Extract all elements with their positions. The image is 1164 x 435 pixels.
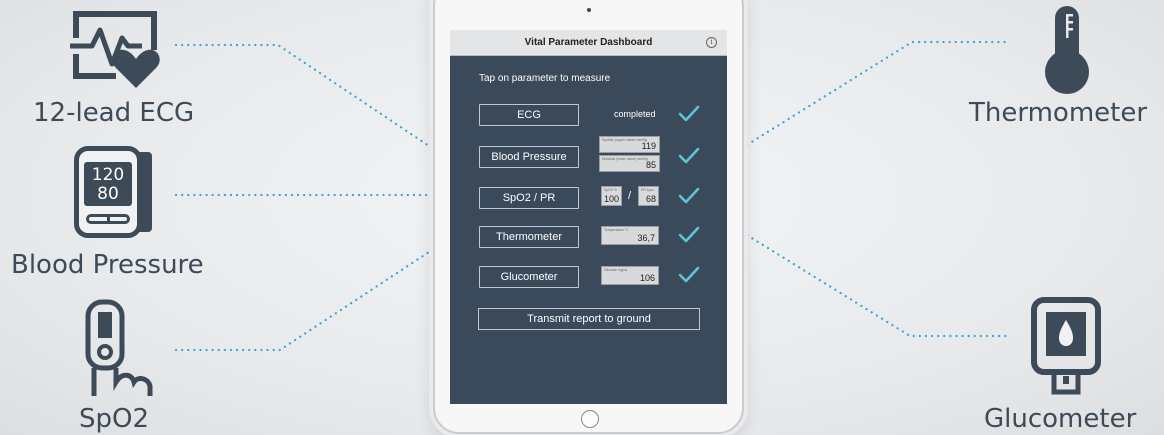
transmit-report-button[interactable]: Transmit report to ground [478, 308, 700, 330]
diastolic-field: Diastolic (lower value) mmHg 85 [599, 155, 660, 172]
home-button[interactable] [581, 410, 599, 428]
diastolic-caption: Diastolic (lower value) mmHg [602, 157, 648, 161]
bp-display-systolic: 120 [91, 165, 125, 185]
spo2-pr-button-label: SpO2 / PR [502, 192, 556, 204]
ecg-button[interactable]: ECG [479, 104, 579, 126]
camera-dot [587, 8, 591, 12]
spo2-pr-separator: / [628, 190, 632, 202]
device-label-ecg: 12-lead ECG [33, 98, 195, 128]
thermometer-check-icon [678, 226, 700, 243]
temperature-value: 36,7 [637, 233, 655, 243]
spo2-caption: SpO2 % [604, 188, 618, 192]
device-label-spo2: SpO2 [79, 404, 150, 434]
ecg-status: completed [614, 109, 656, 119]
glucometer-button-label: Glucometer [500, 271, 558, 283]
ecg-check-icon [678, 105, 700, 122]
blood-pressure-button[interactable]: Blood Pressure [479, 146, 579, 168]
app-screen: Vital Parameter Dashboard i Tap on param… [450, 30, 727, 404]
diastolic-value: 85 [645, 160, 656, 170]
device-label-blood-pressure: Blood Pressure [11, 250, 204, 280]
glucometer-icon [1031, 297, 1101, 395]
spo2-field: SpO2 % 100 [601, 186, 622, 206]
thermometer-icon [1045, 6, 1089, 94]
info-icon[interactable]: i [706, 37, 717, 48]
glucometer-check-icon [678, 266, 700, 283]
pulse-oximeter-icon [85, 299, 153, 396]
pulse-rate-field: PR bpm 68 [638, 186, 659, 206]
app-title-bar: Vital Parameter Dashboard i [450, 30, 727, 56]
device-label-thermometer: Thermometer [969, 98, 1148, 128]
glucose-field: Glucose mg/dL 106 [601, 266, 659, 285]
glucose-value: 106 [639, 273, 655, 283]
pulse-rate-caption: PR bpm [641, 188, 654, 192]
blood-pressure-check-icon [678, 147, 700, 164]
temperature-field: Temperature °C 36,7 [601, 226, 659, 245]
tablet-device: Vital Parameter Dashboard i Tap on param… [433, 0, 744, 434]
blood-pressure-button-label: Blood Pressure [491, 151, 567, 163]
thermometer-button-label: Thermometer [495, 231, 563, 243]
systolic-value: 119 [641, 141, 656, 151]
spo2-pr-button[interactable]: SpO2 / PR [479, 187, 579, 209]
device-label-glucometer: Glucometer [984, 404, 1137, 434]
pulse-rate-value: 68 [645, 194, 656, 204]
instruction-text: Tap on parameter to measure [479, 73, 611, 84]
glucose-caption: Glucose mg/dL [604, 268, 628, 272]
systolic-caption: Systolic (upper value) mmHg [602, 138, 647, 142]
thermometer-button[interactable]: Thermometer [479, 226, 579, 248]
systolic-field: Systolic (upper value) mmHg 119 [599, 136, 660, 153]
ecg-monitor-icon [70, 11, 160, 88]
bp-display-diastolic: 80 [97, 184, 119, 204]
temperature-caption: Temperature °C [604, 228, 629, 232]
app-title: Vital Parameter Dashboard [524, 37, 653, 48]
blood-pressure-monitor-icon: 120 80 [74, 146, 154, 240]
spo2-check-icon [678, 187, 700, 204]
ecg-button-label: ECG [517, 109, 541, 121]
glucometer-button[interactable]: Glucometer [479, 266, 579, 288]
spo2-value: 100 [603, 194, 619, 204]
transmit-report-label: Transmit report to ground [527, 313, 651, 325]
